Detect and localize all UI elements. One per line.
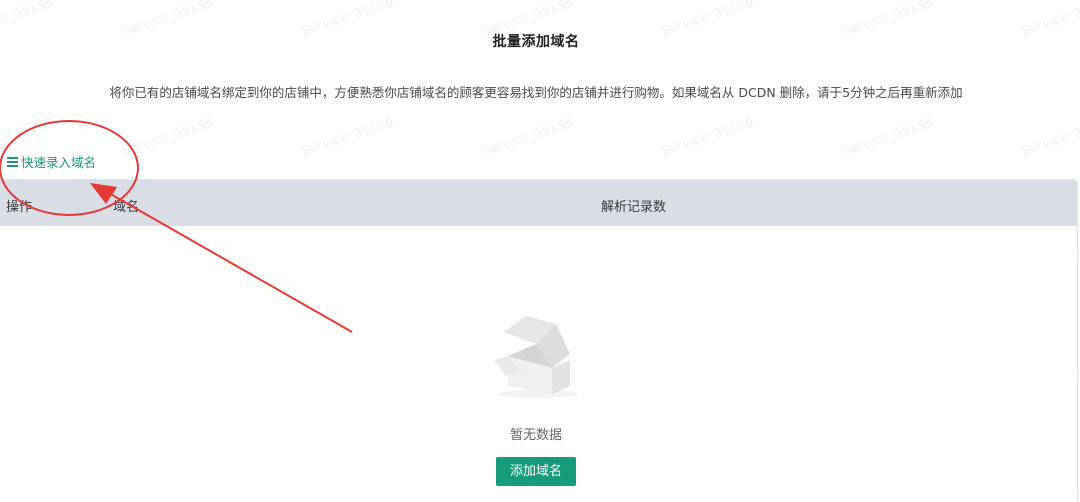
page-title: 批量添加域名 (492, 34, 580, 50)
watermark-text: Service_35159 (300, 115, 396, 160)
column-header-records: 解析记录数 (601, 200, 667, 215)
watermark-text: Service_35159 (480, 115, 576, 160)
add-domain-button[interactable]: 添加域名 (495, 457, 576, 486)
page: Service_35159 Service_35159 Service_35159 S… (0, 0, 1080, 502)
empty-state: 暂无数据 添加域名 (0, 310, 1072, 486)
watermark-text: Service_35159 (840, 115, 936, 160)
menu-icon (7, 157, 18, 167)
table-header: 操作 域名 解析记录数 (0, 180, 1077, 226)
page-description: 将你已有的店铺域名绑定到你的店铺中，方便熟悉你店铺域名的顾客更容易找到你的店铺并… (109, 85, 963, 100)
column-header-domain: 域名 (113, 200, 140, 215)
watermark-text: Service_35159 (120, 115, 216, 160)
quick-entry-link[interactable]: 快速录入域名 (7, 152, 96, 171)
column-header-action: 操作 (6, 200, 33, 215)
watermark-text: Service_35159 (1020, 115, 1080, 160)
watermark-text: Service_35159 (660, 115, 756, 160)
empty-box-icon (494, 316, 578, 398)
quick-entry-label: 快速录入域名 (21, 155, 97, 170)
empty-state-text: 暂无数据 (509, 428, 562, 443)
domain-table: 操作 域名 解析记录数 暂无数据 添加域名 (0, 179, 1078, 502)
